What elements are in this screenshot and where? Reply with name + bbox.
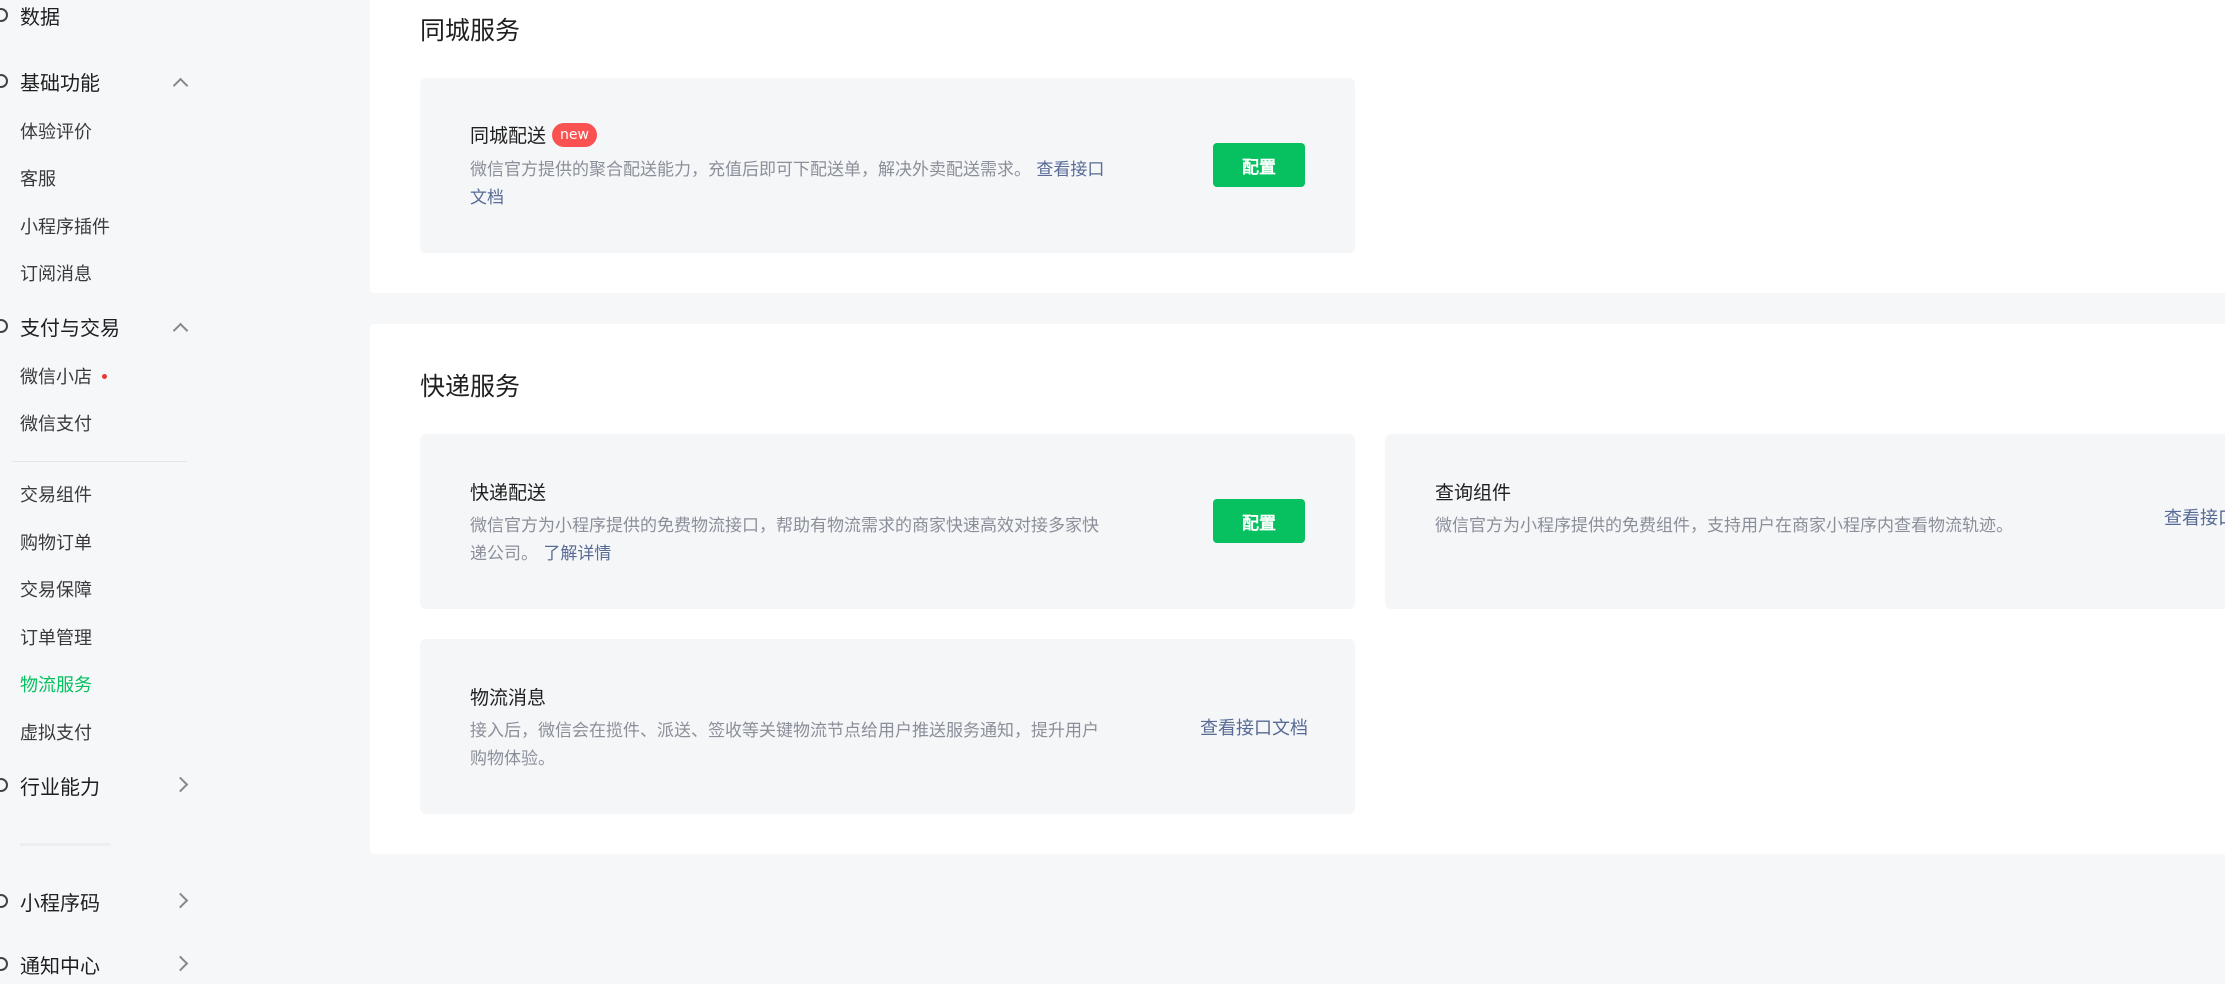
new-badge: new	[552, 122, 597, 147]
sidebar-group-label: 行业能力	[20, 774, 100, 799]
card-description: 微信官方为小程序提供的免费组件，支持用户在商家小程序内查看物流轨迹。	[1435, 516, 2013, 536]
sidebar-item-label: 微信小店	[20, 367, 92, 388]
sidebar-item-wechat-pay[interactable]: 微信支付	[20, 410, 92, 440]
api-doc-link[interactable]: 查看接口	[1036, 160, 1104, 180]
card-description: 接入后，微信会在揽件、派送、签收等关键物流节点给用户推送服务通知，提升用户 购物…	[470, 717, 1120, 773]
sidebar-item-data[interactable]: 数据	[0, 0, 200, 35]
card-title: 查询组件	[1435, 482, 1512, 504]
api-doc-link[interactable]: 查看接口文档	[1200, 714, 1308, 740]
sidebar-group-payment[interactable]: 支付与交易	[0, 306, 200, 346]
sidebar-group-label: 支付与交易	[20, 315, 120, 340]
sidebar-divider	[12, 461, 187, 462]
sidebar: 数据 基础功能 体验评价 客服 小程序插件 订阅消息 支付与交易 微信小店 微信…	[0, 0, 340, 978]
card-description: 微信官方提供的聚合配送能力，充值后即可下配送单，解决外卖配送需求。 查看接口 文…	[470, 156, 1120, 212]
section-title-express: 快递服务	[420, 372, 521, 401]
chevron-up-icon	[172, 77, 189, 94]
sidebar-item-subscribe-messages[interactable]: 订阅消息	[20, 260, 92, 290]
sidebar-faded-item	[20, 843, 110, 846]
sidebar-group-notifications[interactable]: 通知中心	[0, 944, 200, 984]
chevron-right-icon	[172, 776, 189, 793]
sidebar-item-label: 数据	[20, 4, 60, 29]
card-express-delivery: 快递配送 微信官方为小程序提供的免费物流接口，帮助有物流需求的商家快速高效对接多…	[420, 434, 1355, 609]
card-same-city-delivery: 同城配送 new 微信官方提供的聚合配送能力，充值后即可下配送单，解决外卖配送需…	[420, 78, 1355, 253]
sidebar-group-label: 基础功能	[20, 70, 100, 95]
chevron-right-icon	[172, 892, 189, 909]
express-panel: 快递服务 快递配送 微信官方为小程序提供的免费物流接口，帮助有物流需求的商家快速…	[370, 324, 2225, 854]
card-desc-text-cont: 购物体验。	[470, 749, 555, 769]
sidebar-group-label: 通知中心	[20, 953, 100, 978]
payment-icon	[0, 319, 8, 333]
sidebar-item-order-management[interactable]: 订单管理	[20, 624, 92, 654]
card-title: 物流消息	[470, 687, 547, 709]
sidebar-item-customer-service[interactable]: 客服	[20, 165, 56, 195]
configure-button[interactable]: 配置	[1213, 143, 1305, 187]
learn-more-link[interactable]: 了解详情	[543, 544, 611, 564]
card-title: 快递配送	[470, 482, 547, 504]
api-doc-link-cont[interactable]: 文档	[470, 188, 504, 208]
sidebar-item-trade-guarantee[interactable]: 交易保障	[20, 576, 92, 606]
same-city-panel: 同城服务 同城配送 new 微信官方提供的聚合配送能力，充值后即可下配送单，解决…	[370, 0, 2225, 293]
sidebar-item-logistics[interactable]: 物流服务	[20, 671, 92, 701]
data-icon	[0, 8, 8, 22]
card-desc-text: 接入后，微信会在揽件、派送、签收等关键物流节点给用户推送服务通知，提升用户	[470, 721, 1099, 741]
sidebar-item-plugins[interactable]: 小程序插件	[20, 213, 110, 243]
industry-icon	[0, 778, 8, 792]
sidebar-group-industry[interactable]: 行业能力	[0, 765, 200, 805]
card-title-text: 同城配送	[470, 125, 547, 147]
sidebar-item-virtual-payment[interactable]: 虚拟支付	[20, 719, 92, 749]
card-desc-text: 微信官方提供的聚合配送能力，充值后即可下配送单，解决外卖配送需求。	[470, 160, 1031, 180]
card-desc-text-cont: 递公司。	[470, 544, 538, 564]
qrcode-icon	[0, 894, 8, 908]
card-query-component: 查询组件 微信官方为小程序提供的免费组件，支持用户在商家小程序内查看物流轨迹。 …	[1385, 434, 2225, 609]
sidebar-item-wechat-store[interactable]: 微信小店	[20, 363, 107, 393]
sidebar-group-qrcode[interactable]: 小程序码	[0, 881, 200, 921]
sidebar-item-trade-components[interactable]: 交易组件	[20, 481, 92, 511]
sidebar-item-experience-review[interactable]: 体验评价	[20, 118, 92, 148]
section-title-same-city: 同城服务	[420, 16, 521, 45]
configure-button[interactable]: 配置	[1213, 499, 1305, 543]
sidebar-item-shopping-orders[interactable]: 购物订单	[20, 529, 92, 559]
card-title: 同城配送 new	[470, 121, 597, 148]
sidebar-group-label: 小程序码	[20, 890, 100, 915]
card-description: 微信官方为小程序提供的免费物流接口，帮助有物流需求的商家快速高效对接多家快 递公…	[470, 512, 1120, 568]
api-doc-link[interactable]: 查看接口	[2164, 504, 2225, 530]
notification-icon	[0, 957, 8, 971]
chevron-up-icon	[172, 322, 189, 339]
notification-dot	[102, 373, 107, 379]
card-desc-text: 微信官方为小程序提供的免费物流接口，帮助有物流需求的商家快速高效对接多家快	[470, 516, 1099, 536]
chevron-right-icon	[172, 955, 189, 972]
card-logistics-message: 物流消息 接入后，微信会在揽件、派送、签收等关键物流节点给用户推送服务通知，提升…	[420, 639, 1355, 814]
sidebar-group-basic[interactable]: 基础功能	[0, 61, 200, 101]
basic-features-icon	[0, 74, 8, 88]
